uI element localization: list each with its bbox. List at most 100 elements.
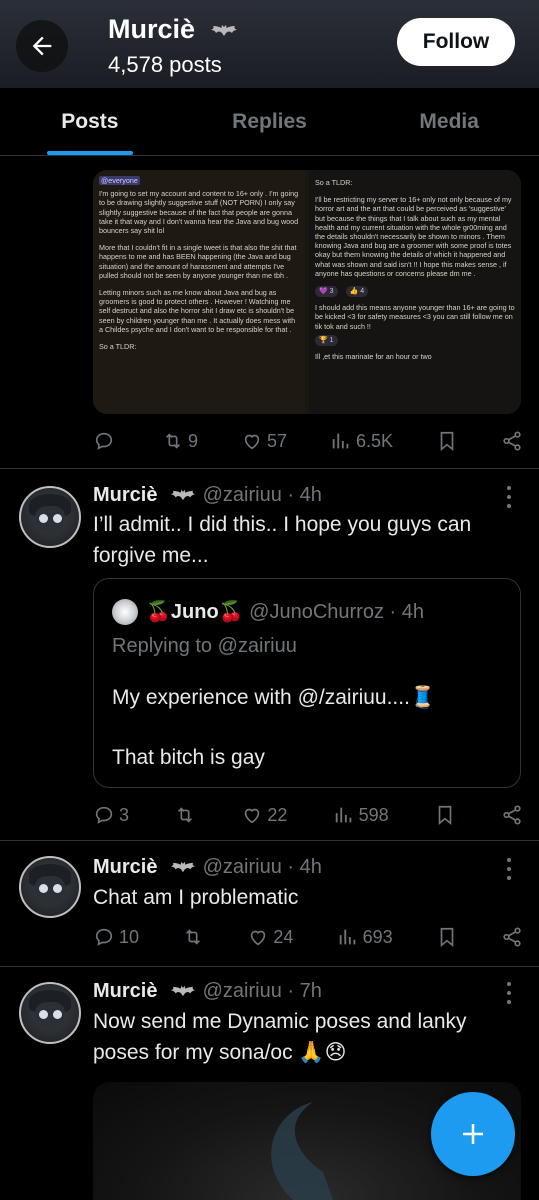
repost-icon xyxy=(165,433,180,449)
tab-replies[interactable]: Replies xyxy=(180,88,360,155)
more-icon[interactable] xyxy=(507,858,513,880)
author-handle: @zairiuu · 7h xyxy=(202,980,322,1002)
repost-icon xyxy=(186,929,201,945)
profile-name: Murciè xyxy=(108,14,196,44)
post-image[interactable]: @everyone I'm going to set my account an… xyxy=(93,170,521,414)
compose-plus-icon xyxy=(463,1124,483,1144)
more-icon[interactable] xyxy=(507,486,513,508)
bat-icon xyxy=(170,862,196,873)
avatar[interactable] xyxy=(19,982,81,1044)
like-count: 24 xyxy=(273,926,294,947)
reaction-trophy: 🏆 1 xyxy=(315,334,338,347)
reply-icon xyxy=(95,806,113,824)
image-paragraph: I should add this means anyone younger t… xyxy=(315,303,515,331)
share-icon xyxy=(503,805,521,825)
avatar[interactable] xyxy=(19,856,81,918)
tab-label: Media xyxy=(419,109,479,133)
reaction-heart: 💜 3 xyxy=(315,286,338,298)
author-handle: @zairiuu · 4h xyxy=(202,856,322,878)
reply-button[interactable]: 3 xyxy=(93,804,129,826)
back-button[interactable] xyxy=(16,20,68,72)
post-count: 4,578 posts xyxy=(108,52,222,77)
profile-header: Murciè 4,578 posts Follow xyxy=(0,0,539,88)
post-divider xyxy=(0,840,539,841)
image-paragraph: I'm going to set my account and content … xyxy=(99,189,299,236)
share-button[interactable] xyxy=(501,430,523,452)
post-divider xyxy=(0,468,539,469)
bookmark-button[interactable] xyxy=(436,430,458,452)
author-name[interactable]: Murciè xyxy=(93,484,157,506)
follow-button[interactable]: Follow xyxy=(397,18,515,66)
avatar[interactable] xyxy=(19,486,81,548)
bookmark-icon xyxy=(440,927,454,948)
quote-author-handle: @JunoChurroz · 4h xyxy=(249,601,424,623)
image-reactions: 💜 3 👍 4 xyxy=(315,286,515,298)
image-paragraph: Ill ,et this marinate for an hour or two xyxy=(315,352,432,362)
image-paragraph: So a TLDR: xyxy=(99,342,137,352)
post-actions: 10 24 693 xyxy=(93,920,523,954)
post-text: I’ll admit.. I did this.. I hope you guy… xyxy=(93,513,472,567)
like-count: 22 xyxy=(267,804,288,825)
share-icon xyxy=(503,927,521,947)
views-icon xyxy=(335,807,351,823)
repost-button[interactable]: 9 xyxy=(162,430,198,452)
views-icon xyxy=(332,433,349,449)
post-header: Murciè @zairiuu · 4h xyxy=(93,856,322,879)
reply-count: 10 xyxy=(119,926,140,947)
replying-to-handle: @zairiuu xyxy=(217,635,297,657)
bat-icon xyxy=(210,24,237,36)
like-button[interactable]: 22 xyxy=(241,804,287,826)
tab-posts[interactable]: Posts xyxy=(0,88,180,155)
repost-icon xyxy=(178,807,193,823)
share-button[interactable] xyxy=(501,804,523,826)
reaction-thumb: 👍 4 xyxy=(345,286,369,298)
views-count: 693 xyxy=(362,926,393,947)
tab-label: Posts xyxy=(61,109,119,133)
reply-count: 3 xyxy=(119,804,130,825)
views-count: 598 xyxy=(358,804,389,825)
repost-button[interactable] xyxy=(182,926,204,948)
image-paragraph: More that I couldn't fit in a single twe… xyxy=(99,243,297,280)
reply-button[interactable] xyxy=(93,430,119,452)
like-button[interactable]: 57 xyxy=(241,430,287,452)
post-header: Murciè @zairiuu · 7h xyxy=(93,980,322,1003)
image-paragraph: So a TLDR: xyxy=(315,178,353,187)
more-icon[interactable] xyxy=(507,982,513,1004)
quote-text: My experience with @/zairiuu....🧵 That b… xyxy=(112,686,437,769)
like-button[interactable]: 24 xyxy=(247,926,293,948)
image-mention: @everyone xyxy=(99,176,140,185)
compose-button[interactable] xyxy=(431,1092,515,1176)
views-button[interactable]: 598 xyxy=(333,804,389,826)
profile-tabs: Posts Replies Media xyxy=(0,88,539,156)
bookmark-button[interactable] xyxy=(436,926,458,948)
post-text: Chat am I problematic xyxy=(93,886,299,909)
repost-button[interactable] xyxy=(174,804,196,826)
like-icon xyxy=(245,808,260,824)
quote-header: 🍒Juno🍒 @JunoChurroz · 4h xyxy=(146,599,424,624)
quoted-post[interactable]: 🍒Juno🍒 @JunoChurroz · 4h Replying to @za… xyxy=(93,578,521,788)
reply-button[interactable]: 10 xyxy=(93,926,139,948)
author-name[interactable]: Murciè xyxy=(93,856,157,878)
views-button[interactable]: 693 xyxy=(337,926,393,948)
share-button[interactable] xyxy=(501,926,523,948)
image-reactions-2: 🏆 1 xyxy=(315,334,515,347)
post-actions: 9 57 6.5K xyxy=(93,424,523,458)
author-handle: @zairiuu · 4h xyxy=(202,484,322,506)
active-tab-indicator xyxy=(46,151,133,155)
views-button[interactable]: 6.5K xyxy=(330,430,393,452)
image-paragraph: Letting minors such as me know about Jav… xyxy=(99,288,296,334)
post-actions: 3 22 598 xyxy=(93,798,523,832)
quote-author-name: 🍒Juno🍒 xyxy=(146,601,244,623)
bookmark-button[interactable] xyxy=(434,804,456,826)
post-divider xyxy=(0,966,539,967)
views-count: 6.5K xyxy=(356,430,394,451)
author-name[interactable]: Murciè xyxy=(93,980,157,1002)
like-icon xyxy=(251,930,266,946)
image-left-panel: @everyone I'm going to set my account an… xyxy=(93,170,305,414)
tab-media[interactable]: Media xyxy=(359,88,539,155)
bookmark-icon xyxy=(440,431,454,452)
image-paragraph: I'll be restricting my server to 16+ onl… xyxy=(315,195,512,278)
reply-icon xyxy=(95,432,113,450)
share-icon xyxy=(503,431,521,451)
tab-label: Replies xyxy=(232,109,307,133)
